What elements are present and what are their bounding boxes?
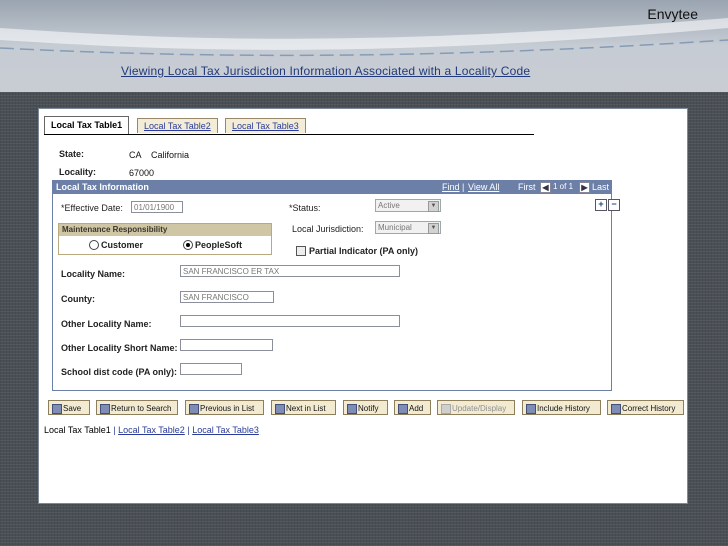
- locality-name-input[interactable]: SAN FRANCISCO ER TAX: [180, 265, 400, 277]
- chevron-down-icon: ▼: [428, 201, 439, 212]
- slide-title: Viewing Local Tax Jurisdiction Informati…: [121, 64, 531, 78]
- next-in-list-button[interactable]: Next in List: [271, 400, 336, 415]
- footer-separator: |: [187, 425, 190, 435]
- add-label: Add: [409, 404, 424, 413]
- other-locality-short-name-input[interactable]: [180, 339, 273, 351]
- tab-local-tax-table2[interactable]: Local Tax Table2: [137, 118, 218, 133]
- chevron-down-icon: ▼: [428, 223, 439, 234]
- correct-history-button[interactable]: Correct History: [607, 400, 684, 415]
- slide-banner: Envytee: [0, 0, 728, 92]
- maintenance-responsibility-title: Maintenance Responsibility: [59, 224, 271, 236]
- footer-link-table2[interactable]: Local Tax Table2: [118, 425, 185, 435]
- notify-button[interactable]: Notify: [343, 400, 388, 415]
- update-label: Update/Display: [452, 404, 507, 413]
- footer-link-table1[interactable]: Local Tax Table1: [44, 425, 111, 435]
- update-icon: [441, 404, 451, 414]
- return-icon: [100, 404, 110, 414]
- tab-local-tax-table1[interactable]: Local Tax Table1: [44, 116, 130, 134]
- peoplesoft-panel: Local Tax Table1 Local Tax Table2 Local …: [38, 108, 688, 504]
- add-row-icon[interactable]: +: [595, 199, 607, 211]
- other-locality-name-input[interactable]: [180, 315, 400, 327]
- tab-local-tax-table3[interactable]: Local Tax Table3: [225, 118, 306, 133]
- local-tax-info-header: Local Tax Information Find | View All Fi…: [52, 180, 612, 194]
- find-link[interactable]: Find: [442, 180, 460, 194]
- school-dist-code-input[interactable]: [180, 363, 242, 375]
- previous-label: Previous in List: [200, 404, 255, 413]
- county-input[interactable]: SAN FRANCISCO: [180, 291, 274, 303]
- next-icon: [275, 404, 285, 414]
- status-select[interactable]: Active ▼: [375, 199, 441, 212]
- footer-tab-links: Local Tax Table1 | Local Tax Table2 | Lo…: [44, 425, 259, 435]
- view-all-link[interactable]: View All: [468, 180, 499, 194]
- correct-history-label: Correct History: [622, 404, 676, 413]
- locality-label: Locality:: [59, 167, 97, 177]
- return-to-search-button[interactable]: Return to Search: [96, 400, 178, 415]
- local-jurisdiction-select[interactable]: Municipal ▼: [375, 221, 441, 234]
- history-icon: [526, 404, 536, 414]
- partial-indicator-checkbox[interactable]: [296, 246, 306, 256]
- include-history-label: Include History: [537, 404, 590, 413]
- other-locality-short-name-label: Other Locality Short Name:: [61, 343, 178, 353]
- state-label: State:: [59, 149, 85, 159]
- county-label: County:: [61, 294, 95, 304]
- status-label: *Status:: [289, 203, 321, 213]
- save-button[interactable]: Save: [48, 400, 90, 415]
- status-value: Active: [378, 201, 400, 210]
- effective-date-label: *Effective Date:: [61, 203, 123, 213]
- tab-strip: Local Tax Table1 Local Tax Table2 Local …: [44, 116, 534, 135]
- previous-in-list-button[interactable]: Previous in List: [185, 400, 264, 415]
- notify-icon: [347, 404, 357, 414]
- radio-customer-label: Customer: [101, 240, 144, 250]
- state-code: CA: [129, 150, 142, 160]
- add-button[interactable]: Add: [394, 400, 431, 415]
- radio-peoplesoft-label: PeopleSoft: [195, 240, 243, 250]
- nav-separator: |: [462, 182, 465, 192]
- effective-date-input[interactable]: 01/01/1900: [131, 201, 183, 213]
- last-label[interactable]: Last: [592, 180, 609, 194]
- next-arrow-icon[interactable]: ▶: [579, 182, 590, 193]
- brand-name: Envytee: [647, 6, 698, 22]
- save-icon: [52, 404, 62, 414]
- footer-separator: |: [113, 425, 116, 435]
- maintenance-responsibility-group: Maintenance Responsibility Customer Peop…: [58, 223, 272, 255]
- footer-link-table3[interactable]: Local Tax Table3: [192, 425, 259, 435]
- local-jurisdiction-value: Municipal: [378, 223, 412, 232]
- banner-swoosh: [0, 18, 728, 57]
- update-display-button[interactable]: Update/Display: [437, 400, 515, 415]
- delete-row-icon[interactable]: −: [608, 199, 620, 211]
- local-jurisdiction-label: Local Jurisdiction:: [292, 224, 364, 234]
- page-indicator: 1 of 1: [553, 182, 574, 191]
- include-history-button[interactable]: Include History: [522, 400, 601, 415]
- prev-arrow-icon[interactable]: ◀: [540, 182, 551, 193]
- previous-icon: [189, 404, 199, 414]
- notify-label: Notify: [358, 404, 379, 413]
- save-label: Save: [63, 404, 82, 413]
- next-label: Next in List: [286, 404, 326, 413]
- radio-peoplesoft[interactable]: [183, 240, 193, 250]
- state-name: California: [151, 150, 190, 160]
- other-locality-name-label: Other Locality Name:: [61, 319, 152, 329]
- locality-value: 67000: [129, 168, 155, 178]
- radio-customer[interactable]: [89, 240, 99, 250]
- school-dist-code-label: School dist code (PA only):: [61, 367, 178, 377]
- add-icon: [398, 404, 408, 414]
- locality-name-label: Locality Name:: [61, 269, 126, 279]
- partial-indicator-label: Partial Indicator (PA only): [309, 246, 419, 256]
- correct-history-icon: [611, 404, 621, 414]
- first-label[interactable]: First: [518, 180, 536, 194]
- return-label: Return to Search: [111, 404, 172, 413]
- section-title: Local Tax Information: [56, 182, 149, 192]
